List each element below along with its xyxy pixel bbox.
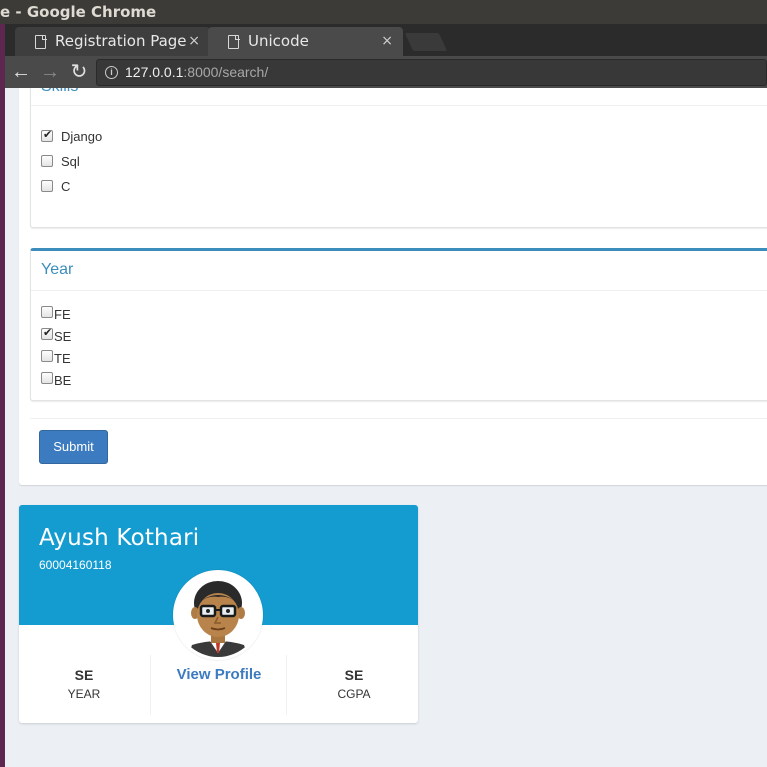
- year-fe-label: FE: [54, 307, 71, 322]
- year-stat-value: SE: [74, 667, 94, 683]
- profile-name: Ayush Kothari: [39, 525, 200, 551]
- page-content: Skills Django Sql C Year FE SE TE BE Sub…: [5, 88, 767, 767]
- url-host: 127.0.0.1: [125, 64, 184, 80]
- tab-strip: Registration Page × Unicode ×: [5, 24, 767, 56]
- address-bar[interactable]: i 127.0.0.1:8000/search/: [96, 59, 767, 86]
- skill-c-checkbox[interactable]: [41, 180, 53, 192]
- url-path: :8000/search/: [183, 64, 269, 80]
- skill-sql-checkbox[interactable]: [41, 155, 53, 167]
- skill-django-label: Django: [61, 129, 103, 144]
- divider: [286, 655, 287, 715]
- back-arrow-icon[interactable]: ←: [9, 60, 33, 84]
- year-fe-checkbox[interactable]: [41, 306, 53, 318]
- window-title: e - Google Chrome: [0, 3, 157, 21]
- avatar: [173, 570, 263, 660]
- submit-button[interactable]: Submit: [39, 430, 108, 464]
- new-tab-button[interactable]: [404, 33, 448, 51]
- form-footer-divider: [30, 418, 767, 419]
- profile-card: Ayush Kothari 60004160118 SE YEAR View P…: [19, 505, 418, 723]
- profile-id-number: 60004160118: [39, 558, 112, 572]
- year-panel: Year FE SE TE BE: [30, 248, 767, 401]
- browser-toolbar: ← → ↻ i 127.0.0.1:8000/search/: [5, 56, 767, 88]
- tab-unicode[interactable]: Unicode ×: [208, 27, 403, 56]
- year-se-label: SE: [54, 329, 72, 344]
- skill-c-label: C: [61, 179, 71, 194]
- window-title-bar: e - Google Chrome: [0, 0, 767, 24]
- tab-label: Unicode: [248, 32, 309, 50]
- view-profile-stat: View Profile: [154, 657, 284, 713]
- year-te-label: TE: [54, 351, 71, 366]
- year-be-checkbox[interactable]: [41, 372, 53, 384]
- site-info-icon[interactable]: i: [105, 66, 118, 79]
- cgpa-stat: SE CGPA: [289, 657, 419, 713]
- tab-label: Registration Page: [55, 32, 187, 50]
- skill-django-checkbox[interactable]: [41, 128, 53, 142]
- year-stat-label: YEAR: [67, 687, 101, 701]
- year-stat: SE YEAR: [19, 657, 149, 713]
- close-tab-icon[interactable]: ×: [381, 27, 393, 56]
- avatar-image: [176, 573, 260, 657]
- skills-panel: Skills Django Sql C: [30, 88, 767, 228]
- divider: [150, 655, 151, 715]
- year-te-checkbox[interactable]: [41, 350, 53, 362]
- close-tab-icon[interactable]: ×: [188, 27, 200, 56]
- divider: [31, 290, 767, 291]
- reload-icon[interactable]: ↻: [67, 60, 91, 84]
- skills-title: Skills: [41, 88, 78, 96]
- page-icon: [228, 34, 240, 49]
- forward-arrow-icon[interactable]: →: [38, 60, 62, 84]
- tab-registration-page[interactable]: Registration Page ×: [15, 27, 210, 56]
- skill-sql-label: Sql: [61, 154, 80, 169]
- year-title: Year: [41, 261, 74, 278]
- year-se-checkbox[interactable]: [41, 326, 53, 340]
- cgpa-stat-label: CGPA: [337, 687, 371, 701]
- year-be-label: BE: [54, 373, 72, 388]
- page-icon: [35, 34, 47, 49]
- view-profile-link[interactable]: View Profile: [154, 666, 284, 683]
- search-form: Skills Django Sql C Year FE SE TE BE Sub…: [19, 88, 767, 485]
- cgpa-stat-value: SE: [344, 667, 364, 683]
- divider: [31, 105, 767, 106]
